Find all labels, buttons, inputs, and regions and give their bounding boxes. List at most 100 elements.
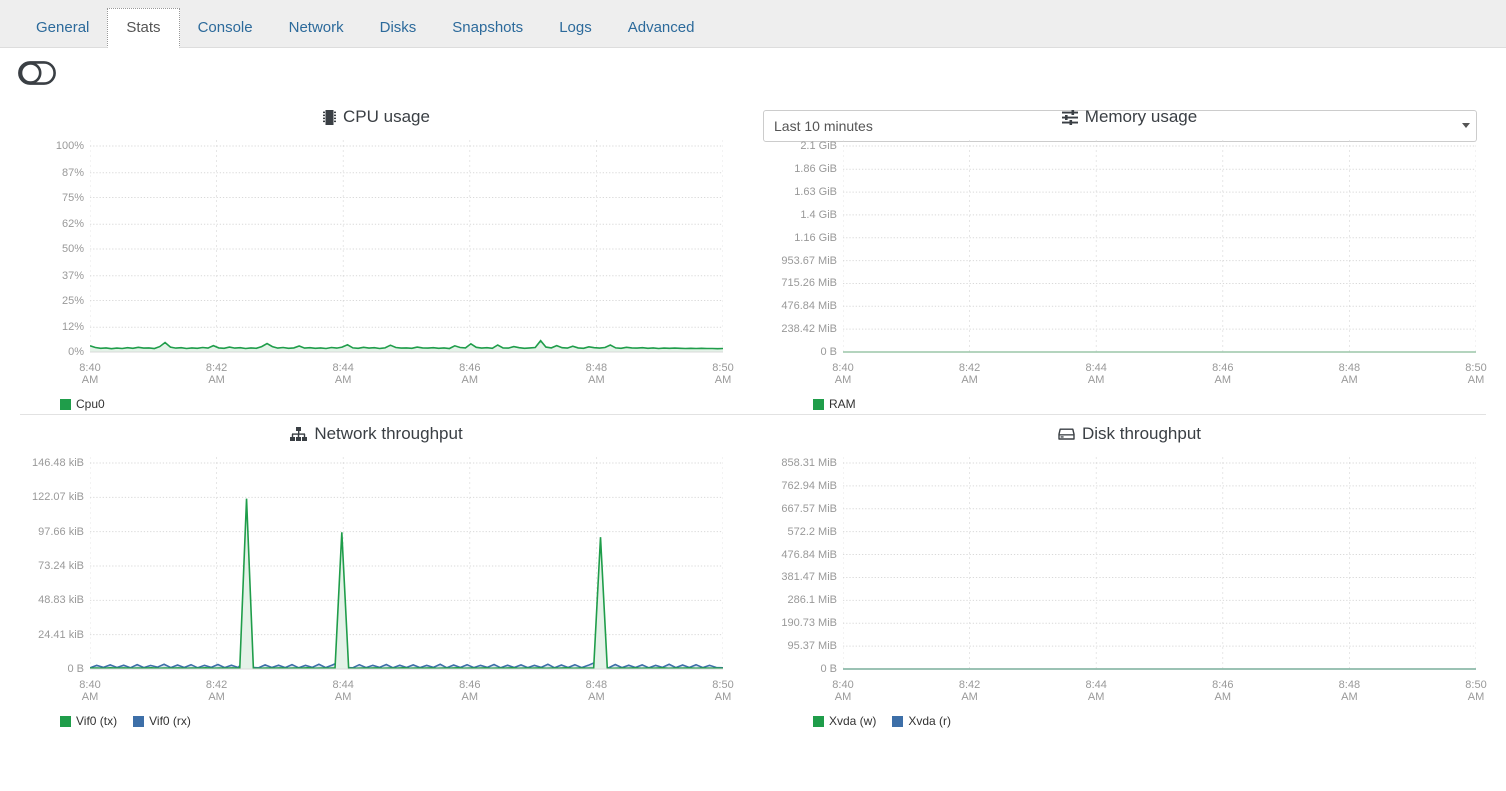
network-y-axis: 0 B 24.41 kiB 48.83 kiB 73.24 kiB 97.66 kiB 1… xyxy=(0,457,90,675)
tab-console[interactable]: Console xyxy=(180,9,271,47)
network-chart-title-text: Network throughput xyxy=(314,424,463,443)
memory-y-tick: 1.16 GiB xyxy=(794,231,837,244)
chart-cell-cpu: CPU usage 0% 12% 25% 37% 50% 62% 75% 87% 100% 8:… xyxy=(0,98,753,414)
chart-row-bottom: Network throughput 0 B 24.41 kiB 48.83 kiB… xyxy=(0,415,1506,731)
legend-swatch-icon xyxy=(813,398,824,410)
chart-cell-network: Network throughput 0 B 24.41 kiB 48.83 kiB… xyxy=(0,415,753,731)
cpu-y-tick: 0% xyxy=(68,346,84,358)
network-x-axis: 8:40 AM 8:42 AM 8:44 AM 8:46 AM 8:48 AM 8:50 … xyxy=(79,679,733,713)
cpu-x-tick: 8:42 AM xyxy=(205,362,228,386)
disk-y-tick: 572.2 MiB xyxy=(787,525,837,538)
disk-y-axis: 0 B 95.37 MiB 190.73 MiB 286.1 MiB 381.47 Mi… xyxy=(753,457,843,675)
memory-plot: 0 B 238.42 MiB 476.84 MiB 715.26 MiB 953.67 … xyxy=(753,140,1506,390)
memory-y-axis: 0 B 238.42 MiB 476.84 MiB 715.26 MiB 953.67 … xyxy=(753,140,843,358)
memory-y-tick: 953.67 MiB xyxy=(781,254,837,267)
cpu-y-tick: 62% xyxy=(61,218,84,231)
memory-y-tick: 2.1 GiB xyxy=(800,140,837,152)
memory-x-tick: 8:40 AM xyxy=(832,362,854,386)
disk-y-tick: 667.57 MiB xyxy=(781,502,837,515)
cpu-x-tick: 8:40 AM xyxy=(79,362,101,386)
legend-swatch-icon xyxy=(813,715,824,727)
cpu-legend: Cpu0 xyxy=(0,394,753,414)
memory-y-tick: 715.26 MiB xyxy=(781,277,837,290)
network-y-tick: 73.24 kiB xyxy=(38,560,84,572)
network-y-tick: 97.66 kiB xyxy=(38,525,84,538)
cpu-canvas xyxy=(90,140,723,358)
memory-canvas xyxy=(843,140,1476,358)
memory-chart-title-text: Memory usage xyxy=(1084,107,1198,126)
legend-item[interactable]: Xvda (r) xyxy=(892,714,951,728)
disk-x-tick: 8:46 AM xyxy=(1212,679,1234,703)
legend-swatch-icon xyxy=(892,715,904,727)
legend-label: RAM xyxy=(829,397,856,411)
memory-y-tick: 0 B xyxy=(820,346,837,358)
disk-x-tick: 8:48 AM xyxy=(1338,679,1361,703)
disk-x-axis: 8:40 AM 8:42 AM 8:44 AM 8:46 AM 8:48 AM 8:50 … xyxy=(832,679,1486,713)
disk-legend: Xvda (w) Xvda (r) xyxy=(753,711,1506,731)
legend-item[interactable]: RAM xyxy=(813,397,856,411)
cpu-x-tick: 8:48 AM xyxy=(585,362,608,386)
disk-chart-title-text: Disk throughput xyxy=(1081,424,1202,443)
tab-disks[interactable]: Disks xyxy=(362,9,435,47)
cpu-y-tick: 12% xyxy=(61,321,84,334)
sitemap-icon xyxy=(290,427,308,441)
network-x-tick: 8:44 AM xyxy=(332,679,354,703)
tab-advanced[interactable]: Advanced xyxy=(610,9,713,47)
memory-y-tick: 1.4 GiB xyxy=(800,208,837,221)
memory-x-tick: 8:44 AM xyxy=(1085,362,1107,386)
disk-y-tick: 381.47 MiB xyxy=(781,571,837,584)
cpu-y-tick: 87% xyxy=(61,166,84,179)
network-chart-title: Network throughput xyxy=(0,421,753,447)
memory-x-tick: 8:42 AM xyxy=(958,362,981,386)
cpu-y-tick: 100% xyxy=(55,140,84,152)
memory-chart-title: Memory usage xyxy=(753,104,1506,130)
legend-swatch-icon xyxy=(60,715,71,727)
memory-x-tick: 8:46 AM xyxy=(1212,362,1234,386)
disk-y-tick: 476.84 MiB xyxy=(781,548,837,561)
legend-swatch-icon xyxy=(60,398,71,410)
network-legend: Vif0 (tx) Vif0 (rx) xyxy=(0,711,753,731)
disk-x-tick: 8:42 AM xyxy=(958,679,981,703)
network-canvas xyxy=(90,457,723,675)
toggle-switch-icon[interactable] xyxy=(18,61,56,85)
cpu-y-axis: 0% 12% 25% 37% 50% 62% 75% 87% 100% xyxy=(0,140,90,358)
disk-y-tick: 286.1 MiB xyxy=(787,594,837,607)
tab-logs[interactable]: Logs xyxy=(541,9,610,47)
chart-row-top: CPU usage 0% 12% 25% 37% 50% 62% 75% 87% 100% 8:… xyxy=(0,98,1506,414)
tab-snapshots[interactable]: Snapshots xyxy=(434,9,541,47)
cpu-y-tick: 37% xyxy=(61,269,84,282)
network-y-tick: 122.07 kiB xyxy=(32,491,84,504)
disk-y-tick: 0 B xyxy=(820,663,837,675)
chart-cell-disk: Disk throughput 0 B 95.37 MiB 190.73 MiB 28… xyxy=(753,415,1506,731)
microchip-icon xyxy=(323,109,337,126)
network-y-tick: 24.41 kiB xyxy=(38,628,84,641)
legend-label: Vif0 (tx) xyxy=(76,714,118,728)
cpu-y-tick: 50% xyxy=(61,243,84,255)
disk-y-tick: 858.31 MiB xyxy=(781,457,837,469)
disk-plot: 0 B 95.37 MiB 190.73 MiB 286.1 MiB 381.47 Mi… xyxy=(753,457,1506,707)
legend-item[interactable]: Cpu0 xyxy=(60,397,105,411)
disk-chart-title: Disk throughput xyxy=(753,421,1506,447)
cpu-x-tick: 8:44 AM xyxy=(332,362,354,386)
legend-item[interactable]: Vif0 (rx) xyxy=(133,714,191,728)
memory-y-tick: 476.84 MiB xyxy=(781,300,837,313)
stats-toolbar: Last 10 minutes xyxy=(0,48,1506,142)
cpu-chart-title-text: CPU usage xyxy=(343,107,430,126)
cpu-plot: 0% 12% 25% 37% 50% 62% 75% 87% 100% 8:40 AM 8:42 … xyxy=(0,140,753,390)
tab-stats[interactable]: Stats xyxy=(107,8,180,48)
network-y-tick: 146.48 kiB xyxy=(32,457,84,469)
tab-general[interactable]: General xyxy=(18,9,107,47)
network-x-tick: 8:48 AM xyxy=(585,679,608,703)
disk-x-tick: 8:40 AM xyxy=(832,679,854,703)
cpu-x-tick: 8:46 AM xyxy=(459,362,481,386)
chart-cell-memory: Memory usage 0 B 238.42 MiB 476.84 MiB 715.… xyxy=(753,98,1506,414)
memory-y-tick: 238.42 MiB xyxy=(781,323,837,336)
tab-network[interactable]: Network xyxy=(271,9,362,47)
network-x-tick: 8:46 AM xyxy=(459,679,481,703)
legend-item[interactable]: Vif0 (tx) xyxy=(60,714,117,728)
network-x-tick: 8:50 AM xyxy=(712,679,734,703)
memory-x-axis: 8:40 AM 8:42 AM 8:44 AM 8:46 AM 8:48 AM 8:50 … xyxy=(832,362,1486,396)
legend-label: Cpu0 xyxy=(76,397,105,411)
memory-y-tick: 1.63 GiB xyxy=(794,186,837,199)
legend-item[interactable]: Xvda (w) xyxy=(813,714,876,728)
